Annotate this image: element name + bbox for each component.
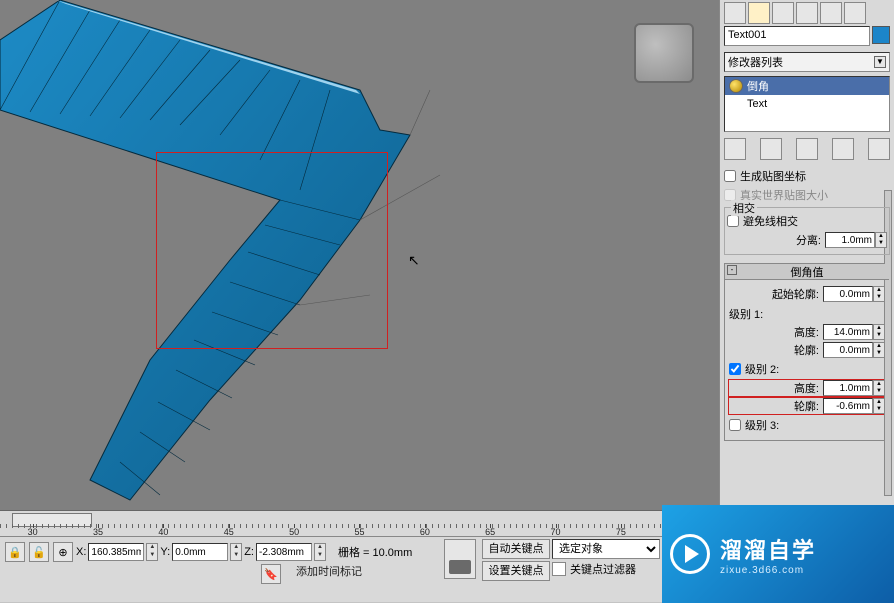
modifier-list-dropdown[interactable]: 修改器列表▼	[724, 52, 890, 72]
key-filter-icon[interactable]	[552, 562, 566, 576]
show-end-result-icon[interactable]	[760, 138, 782, 160]
x-input[interactable]	[88, 543, 144, 561]
object-color-swatch[interactable]	[872, 26, 890, 44]
level3-checkbox[interactable]	[729, 419, 741, 431]
level2-label: 级别 2:	[745, 361, 779, 377]
modifier-item-bevel[interactable]: 倒角	[725, 77, 889, 95]
intersect-group-label: 相交	[731, 200, 757, 216]
play-circle-icon	[670, 534, 710, 574]
utilities-tab-icon[interactable]	[844, 2, 866, 24]
y-input[interactable]	[172, 543, 228, 561]
l1-height-label: 高度:	[794, 324, 819, 340]
level2-checkbox[interactable]	[729, 363, 741, 375]
hierarchy-tab-icon[interactable]	[772, 2, 794, 24]
pin-stack-icon[interactable]	[724, 138, 746, 160]
l2-height-label: 高度:	[794, 380, 819, 396]
bevel-values-rollout: - 倒角值 起始轮廓: ▲▼ 级别 1: 高度: ▲▼ 轮廓: ▲▼ 级别 2:…	[724, 263, 890, 441]
snap-icon[interactable]: ⊕	[53, 542, 73, 562]
motion-tab-icon[interactable]	[796, 2, 818, 24]
make-unique-icon[interactable]	[796, 138, 818, 160]
separate-label: 分离:	[796, 232, 821, 248]
object-name-input[interactable]: Text001	[724, 26, 870, 46]
key-slot[interactable]	[444, 539, 476, 579]
key-target-select[interactable]: 选定对象	[552, 539, 660, 559]
l2-height-input[interactable]	[823, 380, 873, 396]
watermark: 溜溜自学 zixue.3d66.com	[662, 505, 894, 603]
separate-input[interactable]	[825, 232, 875, 248]
x-label: X:	[76, 546, 86, 558]
start-outline-label: 起始轮廓:	[772, 286, 819, 302]
watermark-url: zixue.3d66.com	[720, 565, 816, 576]
level3-row[interactable]: 级别 3:	[729, 417, 885, 433]
l1-outline-input[interactable]	[823, 342, 873, 358]
avoid-intersect-checkbox[interactable]	[727, 215, 739, 227]
viewcube[interactable]	[619, 8, 709, 98]
set-key-button[interactable]: 设置关键点	[482, 561, 550, 581]
create-tab-icon[interactable]	[724, 2, 746, 24]
modifier-stack[interactable]: 倒角 Text	[724, 76, 890, 132]
level3-label: 级别 3:	[745, 417, 779, 433]
l2-outline-input[interactable]	[823, 398, 873, 414]
level1-label: 级别 1:	[729, 306, 885, 322]
add-time-mark-label[interactable]: 添加时间标记	[296, 563, 362, 585]
cursor-icon: ↖	[408, 252, 420, 269]
watermark-title: 溜溜自学	[720, 533, 816, 565]
configure-sets-icon[interactable]	[868, 138, 890, 160]
gen-map-checkbox-row[interactable]: 生成贴图坐标	[724, 168, 890, 184]
l1-outline-label: 轮廓:	[794, 342, 819, 358]
l1-height-input[interactable]	[823, 324, 873, 340]
grid-readout: 栅格 = 10.0mm	[338, 544, 412, 560]
start-outline-input[interactable]	[823, 286, 873, 302]
time-ruler[interactable]: 30 35 40 45 50 55 60 65 70 75 80	[0, 510, 719, 536]
y-label: Y:	[160, 546, 170, 558]
rollout-header[interactable]: - 倒角值	[725, 264, 889, 280]
collapse-icon[interactable]: -	[727, 265, 737, 275]
lock-icon[interactable]: 🔒	[5, 542, 25, 562]
viewport[interactable]: ↖	[0, 0, 719, 510]
remove-modifier-icon[interactable]	[832, 138, 854, 160]
bulb-icon[interactable]	[729, 79, 743, 93]
key-filter-label[interactable]: 关键点过滤器	[570, 561, 636, 577]
z-label: Z:	[244, 546, 254, 558]
level2-row[interactable]: 级别 2:	[729, 361, 885, 377]
lock2-icon[interactable]: 🔓	[29, 542, 49, 562]
spinner-buttons[interactable]: ▲▼	[875, 232, 887, 248]
gen-map-label: 生成贴图坐标	[740, 168, 806, 184]
modify-tab-icon[interactable]	[748, 2, 770, 24]
display-tab-icon[interactable]	[820, 2, 842, 24]
z-input[interactable]	[256, 543, 312, 561]
gen-map-checkbox[interactable]	[724, 170, 736, 182]
tag-icon[interactable]: 🔖	[261, 564, 281, 584]
modifier-item-text[interactable]: Text	[725, 95, 889, 113]
l2-outline-label: 轮廓:	[794, 398, 819, 414]
auto-key-button[interactable]: 自动关键点	[482, 539, 550, 559]
selection-rectangle	[156, 152, 388, 349]
